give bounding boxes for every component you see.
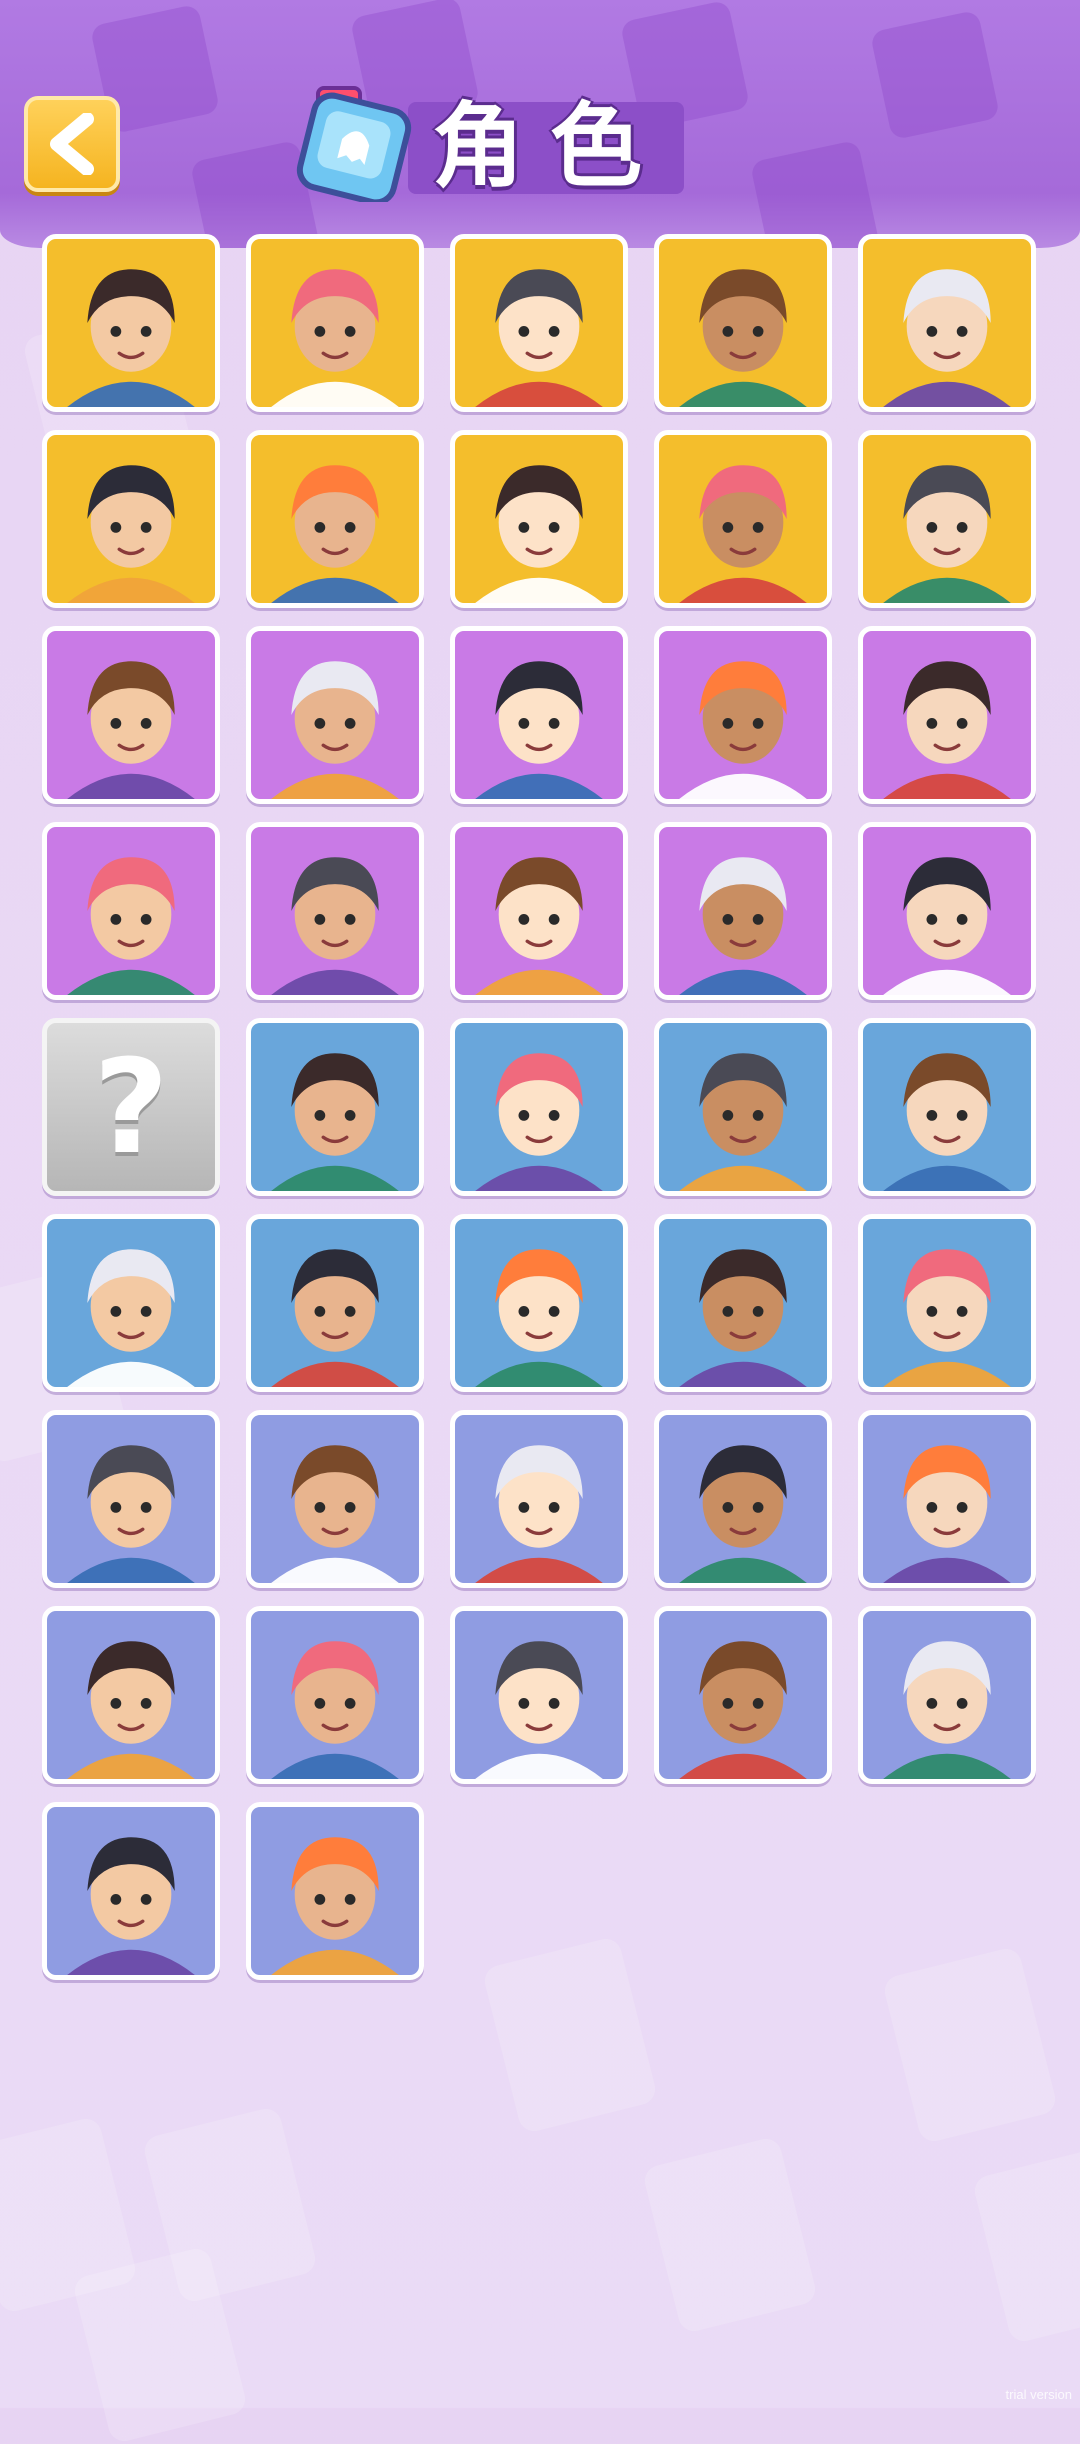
background-decoration — [641, 2135, 819, 2335]
header-decoration — [869, 9, 1001, 141]
character-card[interactable] — [246, 1018, 424, 1196]
character-portrait — [883, 1053, 1011, 1191]
character-card[interactable] — [858, 1018, 1036, 1196]
character-portrait — [679, 661, 807, 799]
character-portrait — [883, 1641, 1011, 1779]
character-portrait — [679, 269, 807, 407]
character-card[interactable] — [42, 1802, 220, 1980]
character-card[interactable] — [654, 234, 832, 412]
character-portrait — [883, 661, 1011, 799]
character-portrait — [67, 269, 195, 407]
chevron-left-icon — [50, 113, 94, 175]
character-portrait — [679, 857, 807, 995]
character-portrait — [271, 1249, 399, 1387]
character-card[interactable] — [654, 1018, 832, 1196]
character-card[interactable] — [858, 234, 1036, 412]
character-card[interactable] — [654, 1606, 832, 1784]
character-portrait — [271, 1837, 399, 1975]
character-card[interactable] — [246, 234, 424, 412]
character-card[interactable] — [42, 822, 220, 1000]
character-card[interactable] — [654, 430, 832, 608]
character-portrait — [475, 1445, 603, 1583]
character-card[interactable] — [42, 1606, 220, 1784]
character-card[interactable] — [654, 1410, 832, 1588]
character-card-icon — [296, 86, 412, 202]
character-card[interactable] — [654, 1214, 832, 1392]
character-card[interactable] — [450, 430, 628, 608]
character-card[interactable] — [42, 1214, 220, 1392]
character-card[interactable] — [450, 1606, 628, 1784]
character-portrait — [67, 1837, 195, 1975]
character-portrait — [475, 1053, 603, 1191]
locked-character-card[interactable]: ? — [42, 1018, 220, 1196]
character-card[interactable] — [450, 234, 628, 412]
character-portrait — [67, 1249, 195, 1387]
character-portrait — [67, 661, 195, 799]
character-card[interactable] — [858, 1606, 1036, 1784]
character-portrait — [679, 465, 807, 603]
character-card[interactable] — [450, 1214, 628, 1392]
character-card[interactable] — [858, 1214, 1036, 1392]
character-card[interactable] — [450, 1018, 628, 1196]
character-card[interactable] — [858, 430, 1036, 608]
character-portrait — [679, 1445, 807, 1583]
character-portrait — [271, 1445, 399, 1583]
character-portrait — [67, 857, 195, 995]
character-card[interactable] — [246, 430, 424, 608]
character-card[interactable] — [858, 626, 1036, 804]
character-card[interactable] — [246, 1410, 424, 1588]
background-decoration — [971, 2145, 1080, 2345]
character-card[interactable] — [246, 1214, 424, 1392]
character-card[interactable] — [858, 1410, 1036, 1588]
character-portrait — [271, 269, 399, 407]
page-title: 角色 — [431, 93, 668, 200]
character-portrait — [475, 1249, 603, 1387]
character-card[interactable] — [42, 430, 220, 608]
character-portrait — [883, 269, 1011, 407]
character-portrait — [679, 1641, 807, 1779]
character-portrait — [67, 1641, 195, 1779]
character-portrait — [475, 465, 603, 603]
character-portrait — [271, 1641, 399, 1779]
character-card[interactable] — [246, 1606, 424, 1784]
question-mark-icon: ? — [93, 1031, 169, 1183]
character-card[interactable] — [858, 822, 1036, 1000]
character-portrait — [475, 269, 603, 407]
character-card[interactable] — [654, 626, 832, 804]
character-card[interactable] — [450, 1410, 628, 1588]
header-decoration — [749, 139, 881, 248]
character-card[interactable] — [246, 1802, 424, 1980]
character-card[interactable] — [450, 626, 628, 804]
character-portrait — [271, 465, 399, 603]
character-portrait — [883, 465, 1011, 603]
character-portrait — [475, 661, 603, 799]
character-portrait — [271, 661, 399, 799]
character-card[interactable] — [450, 822, 628, 1000]
character-portrait — [679, 1053, 807, 1191]
character-grid: ? — [42, 234, 1042, 1980]
character-portrait — [67, 465, 195, 603]
trial-watermark: trial version — [1005, 2387, 1072, 2402]
character-portrait — [883, 1445, 1011, 1583]
character-portrait — [679, 1249, 807, 1387]
character-card[interactable] — [654, 822, 832, 1000]
back-button[interactable] — [24, 96, 120, 192]
character-portrait — [475, 1641, 603, 1779]
character-portrait — [67, 1445, 195, 1583]
character-portrait — [883, 857, 1011, 995]
character-card[interactable] — [42, 626, 220, 804]
character-card[interactable] — [246, 822, 424, 1000]
character-card[interactable] — [42, 1410, 220, 1588]
character-portrait — [271, 1053, 399, 1191]
character-portrait — [271, 857, 399, 995]
character-card[interactable] — [42, 234, 220, 412]
character-card[interactable] — [246, 626, 424, 804]
character-portrait — [883, 1249, 1011, 1387]
character-portrait — [475, 857, 603, 995]
